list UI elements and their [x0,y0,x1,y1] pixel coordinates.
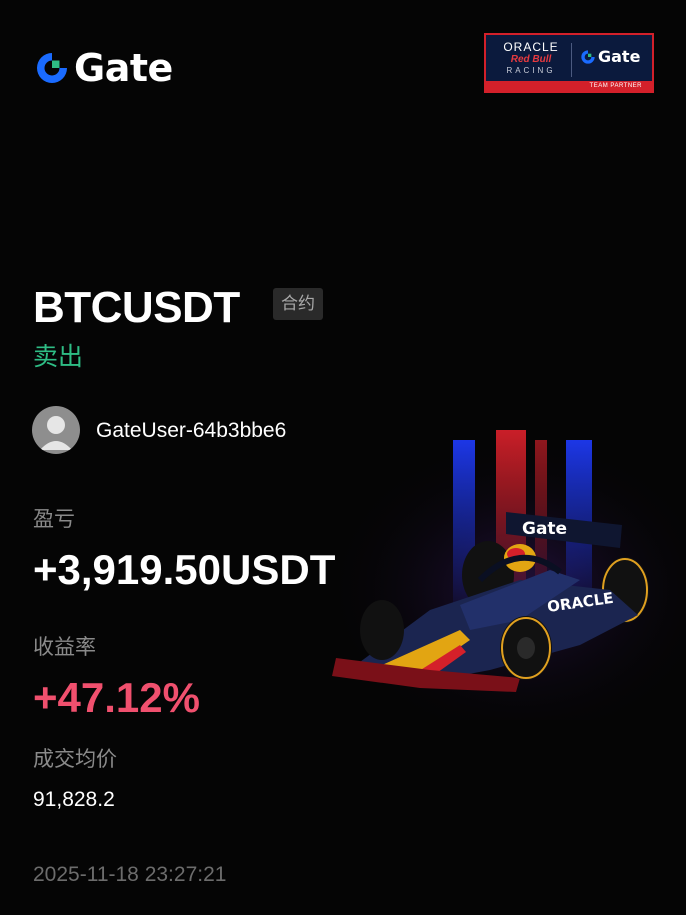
pnl-label: 盈亏 [33,508,75,531]
partner-footer-bar: TEAM PARTNER [486,81,652,91]
partner-racing-text: RACING [506,66,556,75]
partner-badge: ORACLE Red Bull RACING Gate TEAM PARTNER [484,33,654,93]
partner-divider [571,43,572,77]
avg-price-value: 91,828.2 [33,788,115,811]
car-livery-text: Gate [522,519,567,539]
gate-logo: Gate [34,48,173,88]
avatar-icon [40,416,72,450]
partner-gate-logo: Gate [580,47,640,66]
partner-gate-text: Gate [598,47,641,66]
partner-footer-text: TEAM PARTNER [589,83,642,89]
brand-name: Gate [74,46,173,90]
avatar [32,406,80,454]
trading-pair: BTCUSDT [33,283,240,332]
pnl-value: +3,919.50USDT [33,546,336,593]
share-card: Gate ORACLE Red Bull RACING Gate TEAM PA… [0,0,686,915]
roi-label: 收益率 [33,636,96,659]
timestamp: 2025-11-18 23:27:21 [33,863,227,886]
contract-tag: 合约 [273,288,323,320]
trade-side: 卖出 [33,343,84,371]
avg-price-label: 成交均价 [33,748,117,771]
partner-oracle-text: ORACLE [503,40,559,54]
partner-redbull-text: Red Bull [510,54,552,65]
gate-logo-icon [37,53,67,83]
f1-car-icon: Gate ORACLE [320,430,686,720]
roi-value: +47.12% [33,674,200,721]
username: GateUser-64b3bbe6 [96,419,287,442]
gate-mini-logo-icon [581,49,595,64]
